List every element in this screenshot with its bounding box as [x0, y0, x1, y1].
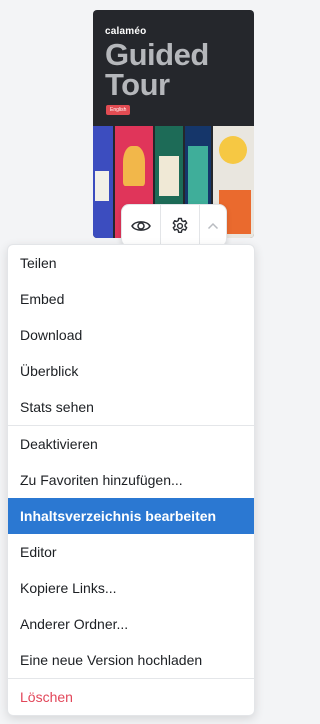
menu-item-overview[interactable]: Überblick — [8, 353, 254, 389]
menu-item-embed[interactable]: Embed — [8, 281, 254, 317]
menu-item-copy-links[interactable]: Kopiere Links... — [8, 570, 254, 606]
menu-item-download[interactable]: Download — [8, 317, 254, 353]
menu-item-stats[interactable]: Stats sehen — [8, 389, 254, 425]
chevron-up-icon — [207, 222, 219, 229]
menu-item-deactivate[interactable]: Deaktivieren — [8, 426, 254, 462]
menu-item-edit-toc[interactable]: Inhaltsverzeichnis bearbeiten — [8, 498, 254, 534]
gear-icon — [172, 217, 188, 233]
menu-item-move-folder[interactable]: Anderer Ordner... — [8, 606, 254, 642]
menu-item-add-favorites[interactable]: Zu Favoriten hinzufügen... — [8, 462, 254, 498]
language-badge: English — [106, 105, 131, 115]
menu-item-upload-version[interactable]: Eine neue Version hochladen — [8, 642, 254, 678]
preview-button[interactable] — [122, 205, 161, 246]
eye-icon — [131, 220, 151, 231]
calameo-logo: calaméo — [105, 26, 147, 37]
collapse-button[interactable] — [200, 205, 226, 246]
document-title: Guided Tour — [105, 37, 209, 102]
menu-item-share[interactable]: Teilen — [8, 245, 254, 281]
menu-item-delete[interactable]: Löschen — [8, 679, 254, 715]
menu-item-editor[interactable]: Editor — [8, 534, 254, 570]
settings-button[interactable] — [161, 205, 200, 246]
context-menu: Teilen Embed Download Überblick Stats se… — [7, 244, 255, 716]
document-toolbar — [121, 204, 227, 247]
